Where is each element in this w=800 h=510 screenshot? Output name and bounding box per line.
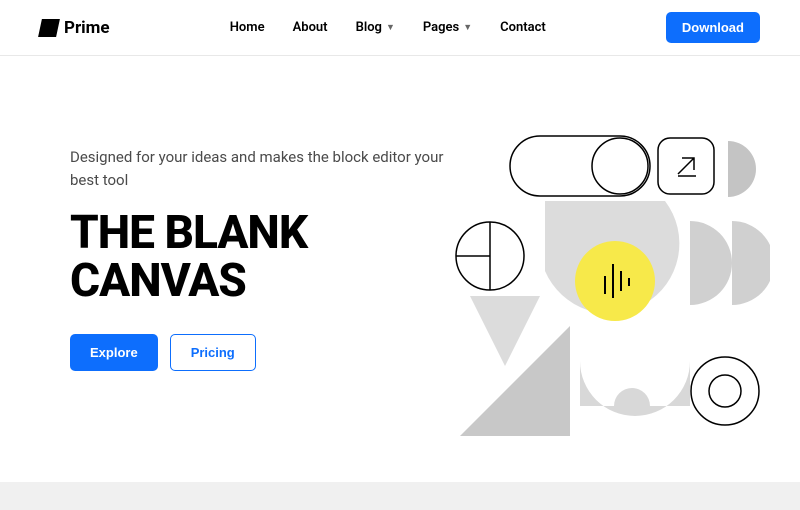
main-nav: Home About Blog ▼ Pages ▼ Contact — [230, 20, 546, 35]
brand-logo[interactable]: Prime — [40, 18, 110, 38]
footer-bar — [0, 482, 800, 510]
chevron-down-icon: ▼ — [386, 22, 395, 33]
nav-label: Home — [230, 20, 265, 35]
hero-graphic — [450, 126, 770, 446]
brand-name: Prime — [64, 18, 110, 38]
site-header: Prime Home About Blog ▼ Pages ▼ Contact … — [0, 0, 800, 56]
hero-subtitle: Designed for your ideas and makes the bl… — [70, 146, 470, 191]
download-button[interactable]: Download — [666, 12, 760, 43]
nav-item-blog[interactable]: Blog ▼ — [356, 20, 395, 35]
nav-label: About — [293, 20, 328, 35]
nav-item-about[interactable]: About — [293, 20, 328, 35]
geometric-illustration — [450, 126, 770, 446]
pricing-button[interactable]: Pricing — [170, 334, 256, 371]
nav-item-pages[interactable]: Pages ▼ — [423, 20, 472, 35]
explore-button[interactable]: Explore — [70, 334, 158, 371]
nav-label: Blog — [356, 20, 382, 35]
hero-content: Designed for your ideas and makes the bl… — [70, 146, 470, 371]
nav-label: Pages — [423, 20, 459, 35]
hero-buttons: Explore Pricing — [70, 334, 470, 371]
chevron-down-icon: ▼ — [463, 22, 472, 33]
nav-item-home[interactable]: Home — [230, 20, 265, 35]
logo-icon — [38, 19, 60, 37]
nav-item-contact[interactable]: Contact — [500, 20, 546, 35]
hero-section: Designed for your ideas and makes the bl… — [0, 56, 800, 411]
nav-label: Contact — [500, 20, 546, 35]
hero-title: THE BLANK CANVAS — [70, 209, 470, 306]
